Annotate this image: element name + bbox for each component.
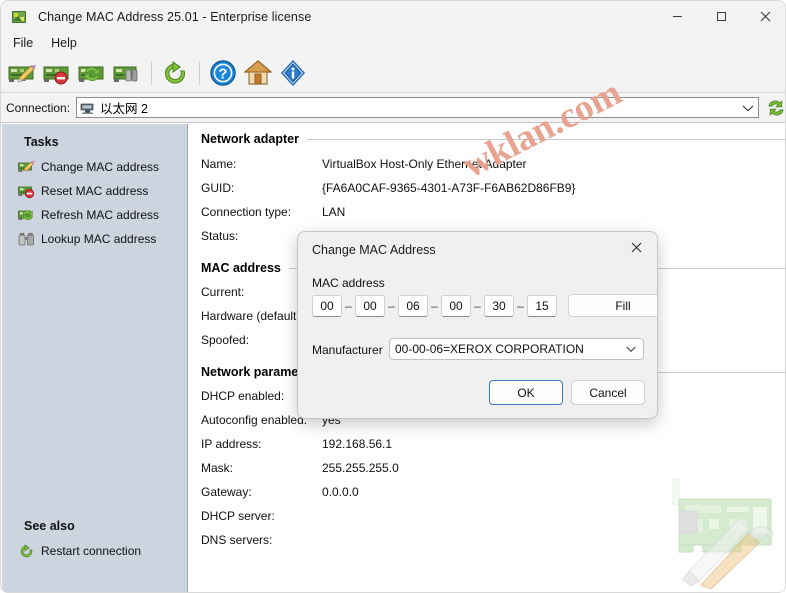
adapter-guid-label: GUID:	[201, 181, 235, 195]
sidebar-item-label: Refresh MAC address	[41, 208, 160, 222]
mac-octet-separator: –	[431, 298, 438, 313]
toolbar-change-mac-address[interactable]	[6, 56, 39, 90]
mac-octet-separator: –	[517, 298, 524, 313]
svg-text:?: ?	[218, 65, 227, 82]
window-controls	[655, 1, 785, 32]
close-button[interactable]	[743, 1, 785, 32]
toolbar: ?	[1, 53, 785, 93]
toolbar-reset-mac-address[interactable]	[41, 56, 74, 90]
mac-octet-separator: –	[474, 298, 481, 313]
connection-bar: Connection: 以太网 2	[1, 93, 785, 123]
adapter-connection-type-label: Connection type:	[201, 205, 292, 219]
dialog-mac-address-label: MAC address	[312, 276, 385, 290]
window-title: Change MAC Address 25.01 - Enterprise li…	[38, 9, 312, 24]
minimize-button[interactable]	[655, 1, 699, 32]
mac-hardware-label: Hardware (default):	[201, 309, 304, 323]
fill-button[interactable]: Fill	[568, 294, 657, 317]
mac-octet-separator: –	[388, 298, 395, 313]
sidebar-item-reset-mac-address[interactable]: Reset MAC address	[2, 179, 187, 203]
mac-octet-5[interactable]: 30	[484, 294, 514, 317]
sidebar-item-label: Lookup MAC address	[41, 232, 157, 246]
mac-octet-group: 00 – 00 – 06 – 00 – 30 – 15 Fill	[312, 294, 657, 317]
dialog-close-button[interactable]	[615, 232, 657, 262]
network-card-tools-watermark	[665, 467, 785, 590]
menu-file[interactable]: File	[4, 36, 42, 50]
sidebar-item-refresh-mac-address[interactable]: Refresh MAC address	[2, 203, 187, 227]
mac-octet-2[interactable]: 00	[355, 294, 385, 317]
sidebar-see-also-heading: See also	[24, 519, 75, 533]
menu-help[interactable]: Help	[42, 36, 86, 50]
dialog-title: Change MAC Address	[312, 243, 436, 257]
app-icon	[10, 8, 28, 26]
dhcp-server-label: DHCP server:	[201, 509, 275, 523]
mac-spoofed-label: Spoofed:	[201, 333, 250, 347]
toolbar-separator	[199, 60, 200, 85]
sidebar-item-restart-connection[interactable]: Restart connection	[2, 539, 188, 563]
toolbar-about[interactable]	[277, 56, 310, 90]
application-window: Change MAC Address 25.01 - Enterprise li…	[0, 0, 786, 593]
network-card-pencil-icon	[18, 160, 35, 175]
connection-value: 以太网 2	[100, 102, 148, 116]
manufacturer-select[interactable]: 00-00-06=XEROX CORPORATION	[389, 338, 644, 360]
chevron-down-icon[interactable]	[625, 339, 637, 359]
mac-octet-4[interactable]: 00	[441, 294, 471, 317]
adapter-status-label: Status:	[201, 229, 239, 243]
mac-octet-separator: –	[345, 298, 352, 313]
mask-label: Mask:	[201, 461, 234, 475]
manufacturer-label: Manufacturer	[312, 343, 383, 357]
sidebar-item-change-mac-address[interactable]: Change MAC address	[2, 155, 187, 179]
adapter-connection-type-value: LAN	[322, 205, 346, 219]
toolbar-lookup-mac-address[interactable]	[111, 56, 144, 90]
sidebar-item-lookup-mac-address[interactable]: Lookup MAC address	[2, 227, 187, 251]
dns-servers-label: DNS servers:	[201, 533, 273, 547]
sidebar-see-also-section: See also Restart connection	[2, 508, 188, 563]
connection-select[interactable]: 以太网 2	[76, 97, 759, 118]
change-mac-address-dialog: Change MAC Address MAC address 00 – 00 –…	[297, 231, 658, 419]
toolbar-separator	[151, 60, 152, 85]
network-card-refresh-icon	[18, 208, 35, 223]
toolbar-home[interactable]	[242, 56, 275, 90]
toolbar-help[interactable]: ?	[207, 56, 240, 90]
group-title: MAC address	[201, 261, 281, 275]
mask-value: 255.255.255.0	[322, 461, 399, 475]
network-card-stop-icon	[18, 184, 35, 199]
chevron-down-icon[interactable]	[742, 98, 754, 117]
connection-label: Connection:	[6, 100, 71, 115]
gateway-label: Gateway:	[201, 485, 252, 499]
mac-octet-3[interactable]: 06	[398, 294, 428, 317]
mac-octet-6[interactable]: 15	[527, 294, 557, 317]
mac-current-label: Current:	[201, 285, 245, 299]
toolbar-refresh-mac-address[interactable]	[76, 56, 109, 90]
ok-button[interactable]: OK	[489, 380, 563, 405]
gateway-value: 0.0.0.0	[322, 485, 359, 499]
green-refresh-icon	[18, 543, 35, 559]
ip-address-value: 192.168.56.1	[322, 437, 393, 451]
sidebar-item-label: Restart connection	[41, 544, 142, 558]
mac-octet-1[interactable]: 00	[312, 294, 342, 317]
sidebar-tasks-heading: Tasks	[24, 135, 59, 149]
cancel-button[interactable]: Cancel	[571, 380, 645, 405]
manufacturer-value: 00-00-06=XEROX CORPORATION	[395, 342, 584, 356]
adapter-guid-value: {FA6A0CAF-9365-4301-A73F-F6AB62D86FB9}	[322, 181, 576, 195]
sidebar-item-label: Change MAC address	[41, 160, 160, 174]
dhcp-enabled-label: DHCP enabled:	[201, 389, 285, 403]
group-title: Network adapter	[201, 132, 299, 146]
adapter-name-label: Name:	[201, 157, 237, 171]
toolbar-refresh[interactable]	[159, 56, 192, 90]
refresh-connections-icon[interactable]	[765, 97, 785, 119]
title-bar: Change MAC Address 25.01 - Enterprise li…	[1, 1, 785, 32]
ip-address-label: IP address:	[201, 437, 262, 451]
binoculars-icon	[18, 232, 35, 247]
sidebar: Tasks Change MAC address Reset MAC addre…	[2, 124, 188, 592]
sidebar-item-label: Reset MAC address	[41, 184, 149, 198]
maximize-button[interactable]	[699, 1, 743, 32]
network-connection-icon	[80, 101, 96, 115]
menu-bar: File Help	[1, 32, 785, 53]
autoconfig-label: Autoconfig enabled:	[201, 413, 308, 427]
